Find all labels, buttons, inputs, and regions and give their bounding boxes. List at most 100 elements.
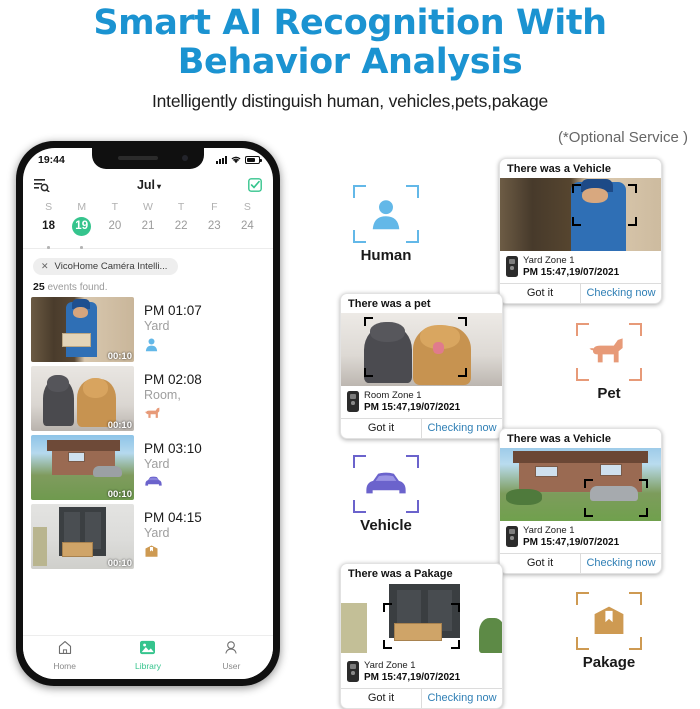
got-it-button[interactable]: Got it	[341, 689, 421, 708]
detection-bracket	[583, 478, 649, 517]
human-icon	[145, 338, 158, 352]
card-image[interactable]	[500, 448, 661, 521]
close-icon[interactable]: ✕	[41, 261, 49, 272]
package-icon	[145, 545, 158, 557]
user-icon	[225, 640, 237, 654]
category-vehicle[interactable]: Vehicle	[331, 455, 441, 534]
calendar-day[interactable]: 21	[131, 217, 164, 236]
pet-icon	[589, 338, 623, 363]
notification-card[interactable]: There was a pet Room Zone 1 PM 15:47,19/…	[340, 293, 503, 439]
dow-label: T	[177, 201, 185, 213]
results-count: 25 events found.	[23, 278, 273, 297]
filter-chip-row: ✕ VicoHome Caméra Intelli...	[23, 249, 273, 278]
vehicle-bracket-frame	[353, 455, 419, 513]
detection-bracket	[382, 603, 461, 649]
dow-label: S	[45, 201, 53, 213]
got-it-button[interactable]: Got it	[500, 554, 580, 573]
card-info: Room Zone 1 PM 15:47,19/07/2021	[341, 386, 502, 418]
card-title: There was a Vehicle	[507, 163, 611, 175]
list-item[interactable]: 00:10 PM 03:10 Yard	[31, 435, 265, 500]
card-info: Yard Zone 1 PM 15:47,19/07/2021	[500, 521, 661, 553]
front-camera-icon	[182, 155, 188, 161]
category-pet[interactable]: Pet	[554, 323, 664, 402]
camera-filter-chip[interactable]: ✕ VicoHome Caméra Intelli...	[33, 258, 179, 275]
category-human[interactable]: Human	[331, 185, 441, 264]
notification-card[interactable]: There was a Vehicle Yard Zone 1 PM 15:47…	[499, 428, 662, 574]
event-list[interactable]: 00:10 PM 01:07 Yard 00:10 PM 02:08 Room,…	[23, 297, 273, 569]
tab-label: Home	[53, 660, 76, 671]
card-datetime: PM 15:47,19/07/2021	[523, 266, 620, 278]
package-bracket-frame	[576, 592, 642, 650]
calendar-day[interactable]: 22	[165, 217, 198, 236]
calendar-day[interactable]: 18	[32, 217, 65, 236]
event-thumbnail[interactable]: 00:10	[31, 366, 134, 431]
calendar-day[interactable]: 24	[231, 217, 264, 236]
event-type-icon-wrap	[144, 406, 202, 423]
event-meta: PM 03:10 Yard	[144, 435, 202, 500]
library-icon	[140, 640, 156, 654]
dow-label: W	[143, 201, 153, 213]
bottom-tab-bar[interactable]: Home Library User	[23, 635, 273, 679]
list-item[interactable]: 00:10 PM 02:08 Room,	[31, 366, 265, 431]
calendar-day[interactable]: 23	[198, 217, 231, 236]
checking-now-button[interactable]: Checking now	[580, 283, 661, 303]
list-item[interactable]: 00:10 PM 04:15 Yard	[31, 504, 265, 569]
tab-label: User	[222, 660, 241, 671]
event-zone: Yard	[144, 319, 170, 333]
list-item[interactable]: 00:10 PM 01:07 Yard	[31, 297, 265, 362]
card-actions: Got it Checking now	[341, 687, 502, 708]
category-package[interactable]: Pakage	[554, 592, 664, 671]
vehicle-icon	[145, 476, 162, 486]
card-image[interactable]	[500, 178, 661, 251]
event-duration: 00:10	[107, 489, 132, 500]
calendar-strip[interactable]: S M T W T F S 18 19 20 21 22 23 24	[23, 198, 273, 249]
category-label: Pet	[597, 385, 621, 402]
checking-now-button[interactable]: Checking now	[580, 553, 661, 573]
event-type-icon-wrap	[144, 475, 202, 492]
checkbox-check-icon[interactable]	[248, 177, 262, 192]
calendar-dow-row: S M T W T F S	[32, 201, 264, 217]
results-number: 25	[33, 281, 45, 293]
checking-now-button[interactable]: Checking now	[421, 688, 502, 708]
notification-card[interactable]: There was a Pakage Yard Zone 1 PM 15:47,…	[340, 563, 503, 709]
event-thumbnail[interactable]: 00:10	[31, 435, 134, 500]
event-thumbnail[interactable]: 00:10	[31, 504, 134, 569]
calendar-event-dots	[32, 236, 264, 249]
calendar-day-selected[interactable]: 19	[72, 217, 92, 236]
phone-mockup: 19:44 Jul ▾ S M T W T F S 18 19 20 21 22…	[16, 141, 280, 686]
got-it-button[interactable]: Got it	[500, 284, 580, 303]
human-icon	[372, 200, 400, 230]
tab-library[interactable]: Library	[106, 640, 189, 671]
results-text: events found.	[47, 282, 108, 293]
event-meta: PM 04:15 Yard	[144, 504, 202, 569]
event-thumbnail[interactable]: 00:10	[31, 297, 134, 362]
human-bracket-frame	[353, 185, 419, 243]
card-title: There was a pet	[348, 298, 431, 310]
pet-icon	[144, 407, 160, 418]
remote-camera-icon	[347, 661, 359, 683]
card-image[interactable]	[341, 583, 502, 656]
tab-user[interactable]: User	[190, 640, 273, 671]
search-list-icon[interactable]	[34, 178, 50, 192]
notification-card[interactable]: There was a Vehicle Yard Zone 1 PM 15:47…	[499, 158, 662, 304]
tab-home[interactable]: Home	[23, 640, 106, 671]
month-selector[interactable]: Jul ▾	[137, 178, 161, 192]
status-time: 19:44	[38, 153, 65, 166]
wifi-icon	[231, 156, 241, 164]
chevron-down-icon: ▾	[157, 181, 162, 191]
phone-screen: 19:44 Jul ▾ S M T W T F S 18 19 20 21 22…	[23, 148, 273, 679]
calendar-day[interactable]: 20	[98, 217, 131, 236]
hero-header: Smart AI Recognition With Behavior Analy…	[0, 0, 700, 112]
card-image[interactable]	[341, 313, 502, 386]
page-title: Smart AI Recognition With Behavior Analy…	[0, 3, 700, 82]
dow-label: M	[77, 201, 87, 213]
library-app-bar: Jul ▾	[23, 171, 273, 198]
dow-label: S	[243, 201, 251, 213]
checking-now-button[interactable]: Checking now	[421, 418, 502, 438]
vehicle-icon	[366, 472, 406, 494]
event-meta: PM 01:07 Yard	[144, 297, 202, 362]
card-actions: Got it Checking now	[500, 552, 661, 573]
event-time: PM 01:07	[144, 303, 202, 318]
got-it-button[interactable]: Got it	[341, 419, 421, 438]
package-icon	[594, 606, 624, 634]
